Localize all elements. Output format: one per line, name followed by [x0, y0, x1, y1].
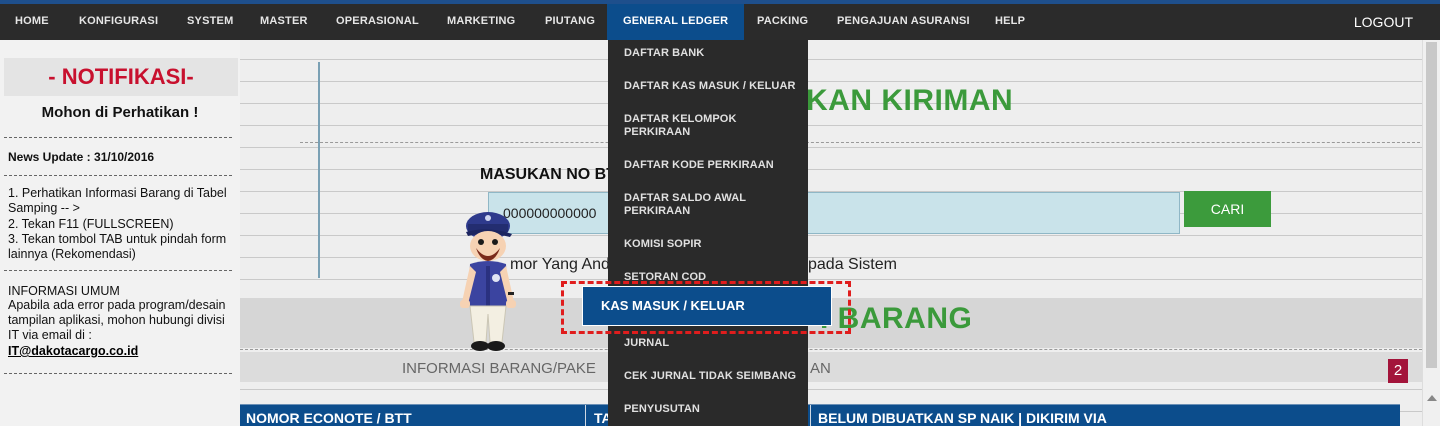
menu-item-daftar-kas-masuk-keluar[interactable]: DAFTAR KAS MASUK / KELUAR	[624, 80, 799, 93]
info-band-label-right: AN	[810, 360, 831, 377]
scrollbar-thumb[interactable]	[1426, 42, 1437, 368]
nav-packing[interactable]: PACKING	[757, 4, 808, 40]
divider	[240, 349, 1422, 350]
nav-home[interactable]: HOME	[15, 4, 49, 40]
divider	[4, 270, 232, 271]
notification-title: - NOTIFIKASI-	[4, 58, 238, 96]
menu-item-komisi-sopir[interactable]: KOMISI SOPIR	[624, 238, 799, 251]
news-update: News Update : 31/10/2016	[8, 150, 155, 164]
menu-item-daftar-saldo-awal-perkiraan[interactable]: DAFTAR SALDO AWAL PERKIRAAN	[624, 192, 774, 218]
menu-item-daftar-bank[interactable]: DAFTAR BANK	[624, 47, 799, 60]
logout-link[interactable]: LOGOUT	[1354, 4, 1413, 40]
search-button[interactable]: CARI	[1184, 191, 1271, 227]
instruction-step: 1. Perhatikan Informasi Barang di Tabel …	[8, 186, 227, 215]
column-header: NOMOR ECONOTE / BTT	[246, 410, 412, 426]
column-header: BELUM DIBUATKAN SP NAIK | DIKIRIM VIA	[818, 410, 1107, 426]
table-header: NOMOR ECONOTE / BTT TA BELUM DIBUATKAN S…	[240, 404, 1400, 426]
column-separator	[585, 405, 586, 426]
btt-field-label: MASUKAN NO BT	[480, 166, 616, 183]
nav-master[interactable]: MASTER	[260, 4, 308, 40]
main-nav: HOME KONFIGURASI SYSTEM MASTER OPERASION…	[0, 4, 1440, 40]
nav-system[interactable]: SYSTEM	[187, 4, 233, 40]
nav-pengajuan-asuransi[interactable]: PENGAJUAN ASURANSI	[837, 4, 970, 40]
nav-marketing[interactable]: MARKETING	[447, 4, 515, 40]
notification-subtitle: Mohon di Perhatikan !	[41, 104, 199, 121]
divider	[4, 175, 232, 176]
notification-sidebar: - NOTIFIKASI- Mohon di Perhatikan ! News…	[0, 40, 240, 426]
menu-item-daftar-kelompok-perkiraan[interactable]: DAFTAR KELOMPOK PERKIRAAN	[624, 113, 764, 139]
instruction-step: 3. Tekan tombol TAB untuk pindah form la…	[8, 232, 227, 261]
count-badge: 2	[1388, 359, 1408, 383]
divider	[4, 137, 232, 138]
highlight-callout-box	[561, 281, 851, 334]
nav-operasional[interactable]: OPERASIONAL	[336, 4, 419, 40]
support-email-link[interactable]: IT@dakotacargo.co.id	[8, 344, 138, 358]
divider	[300, 142, 1420, 143]
info-title: INFORMASI UMUM	[8, 284, 120, 298]
menu-item-cek-jurnal-tidak-seimbang[interactable]: CEK JURNAL TIDAK SEIMBANG	[624, 370, 799, 383]
nav-piutang[interactable]: PIUTANG	[545, 4, 595, 40]
mascot-illustration	[460, 212, 516, 351]
menu-item-daftar-kode-perkiraan[interactable]: DAFTAR KODE PERKIRAAN	[624, 159, 799, 172]
nav-general-ledger[interactable]: GENERAL LEDGER	[607, 4, 745, 40]
scroll-arrow-icon[interactable]	[1427, 395, 1437, 401]
column-separator	[810, 405, 811, 426]
btt-number-input[interactable]	[488, 192, 1180, 234]
nav-help[interactable]: HELP	[995, 4, 1025, 40]
info-band-label: INFORMASI BARANG/PAKE	[402, 360, 596, 377]
divider	[4, 373, 232, 374]
nav-konfigurasi[interactable]: KONFIGURASI	[79, 4, 158, 40]
menu-item-jurnal[interactable]: JURNAL	[624, 337, 799, 350]
menu-item-penyusutan[interactable]: PENYUSUTAN	[624, 403, 799, 416]
main-content: KAN KIRIMAN MASUKAN NO BT CARI mor Yang …	[240, 40, 1422, 426]
instruction-step: 2. Tekan F11 (FULLSCREEN)	[8, 217, 174, 231]
general-ledger-dropdown: DAFTAR BANK DAFTAR KAS MASUK / KELUAR DA…	[608, 40, 808, 426]
info-text: Apabila ada error pada program/desain ta…	[8, 298, 226, 342]
vertical-divider	[318, 62, 320, 278]
info-line-right: pada Sistem	[808, 256, 897, 273]
vertical-scrollbar[interactable]	[1422, 40, 1440, 426]
page-heading: KAN KIRIMAN	[806, 84, 1014, 117]
